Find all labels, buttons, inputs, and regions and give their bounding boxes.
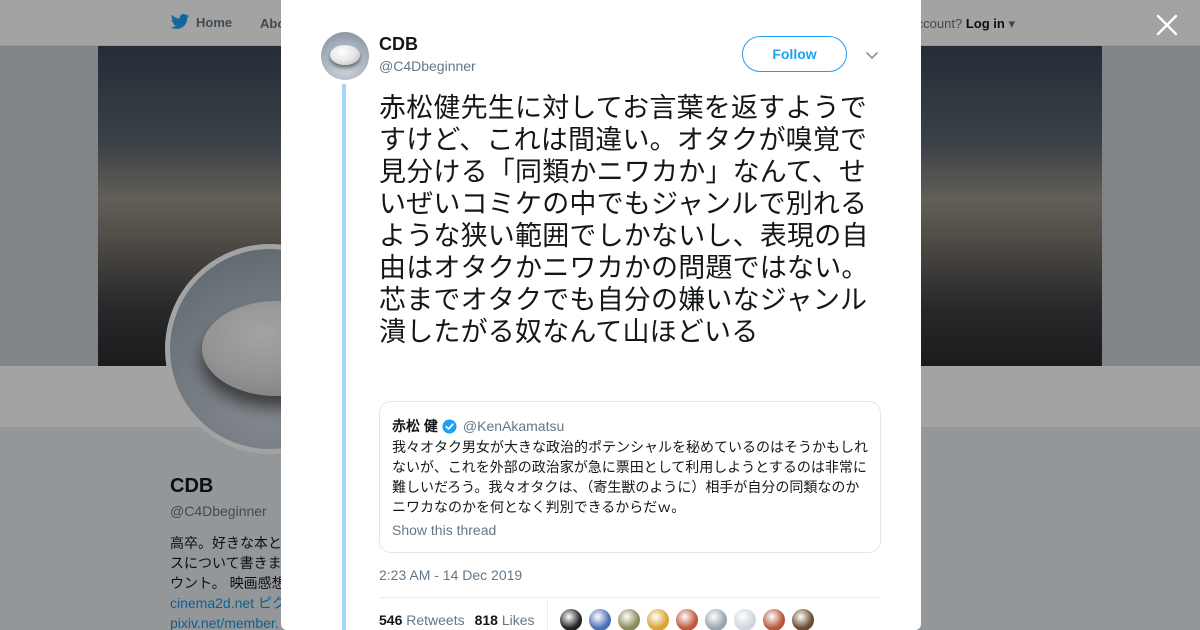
liker-avatar[interactable]	[588, 608, 612, 630]
liker-avatar[interactable]	[675, 608, 699, 630]
quoted-tweet-text: 我々オタク男女が大きな政治的ポテンシャルを秘めているのはそうかもしれないが、これ…	[392, 439, 868, 515]
divider	[379, 597, 881, 598]
avatar-blob-image	[330, 45, 360, 65]
liker-avatar[interactable]	[704, 608, 728, 630]
liker-avatar[interactable]	[617, 608, 641, 630]
liker-avatar[interactable]	[646, 608, 670, 630]
likes-label: Likes	[501, 612, 535, 628]
author-handle[interactable]: @C4Dbeginner	[379, 58, 476, 74]
liker-avatars	[559, 608, 815, 630]
tweet-stats: 546 Retweets 818 Likes	[379, 612, 535, 628]
quoted-tweet-header: 赤松 健 @KenAkamatsu	[392, 416, 564, 436]
author-name[interactable]: CDB	[379, 34, 418, 55]
likes-count: 818	[474, 612, 498, 628]
verified-badge-icon	[442, 418, 457, 434]
follow-button[interactable]: Follow	[742, 36, 847, 72]
author-avatar[interactable]	[321, 32, 369, 80]
retweets-stat[interactable]: 546 Retweets	[379, 612, 465, 628]
show-thread-link[interactable]: Show this thread	[392, 522, 496, 538]
quoted-author-name: 赤松 健	[392, 418, 438, 434]
liker-avatar[interactable]	[733, 608, 757, 630]
thread-line	[342, 84, 346, 630]
tweet-timestamp[interactable]: 2:23 AM - 14 Dec 2019	[379, 567, 522, 583]
liker-avatar[interactable]	[762, 608, 786, 630]
likes-stat[interactable]: 818 Likes	[475, 612, 535, 628]
liker-avatar[interactable]	[791, 608, 815, 630]
tweet-modal: CDB @C4Dbeginner Follow 赤松健先生に対してお言葉を返すよ…	[281, 0, 921, 630]
chevron-down-icon[interactable]	[864, 47, 880, 63]
retweets-count: 546	[379, 612, 403, 628]
close-icon[interactable]	[1154, 12, 1180, 38]
retweets-label: Retweets	[406, 612, 465, 628]
liker-avatar[interactable]	[559, 608, 583, 630]
stat-divider	[547, 600, 548, 630]
tweet-text: 赤松健先生に対してお言葉を返すようですけど、これは間違い。オタクが嗅覚で見分ける…	[379, 93, 869, 347]
quoted-tweet[interactable]: 赤松 健 @KenAkamatsu 我々オタク男女が大きな政治的ポテンシャルを秘…	[379, 401, 881, 553]
quoted-author-handle: @KenAkamatsu	[462, 418, 565, 434]
